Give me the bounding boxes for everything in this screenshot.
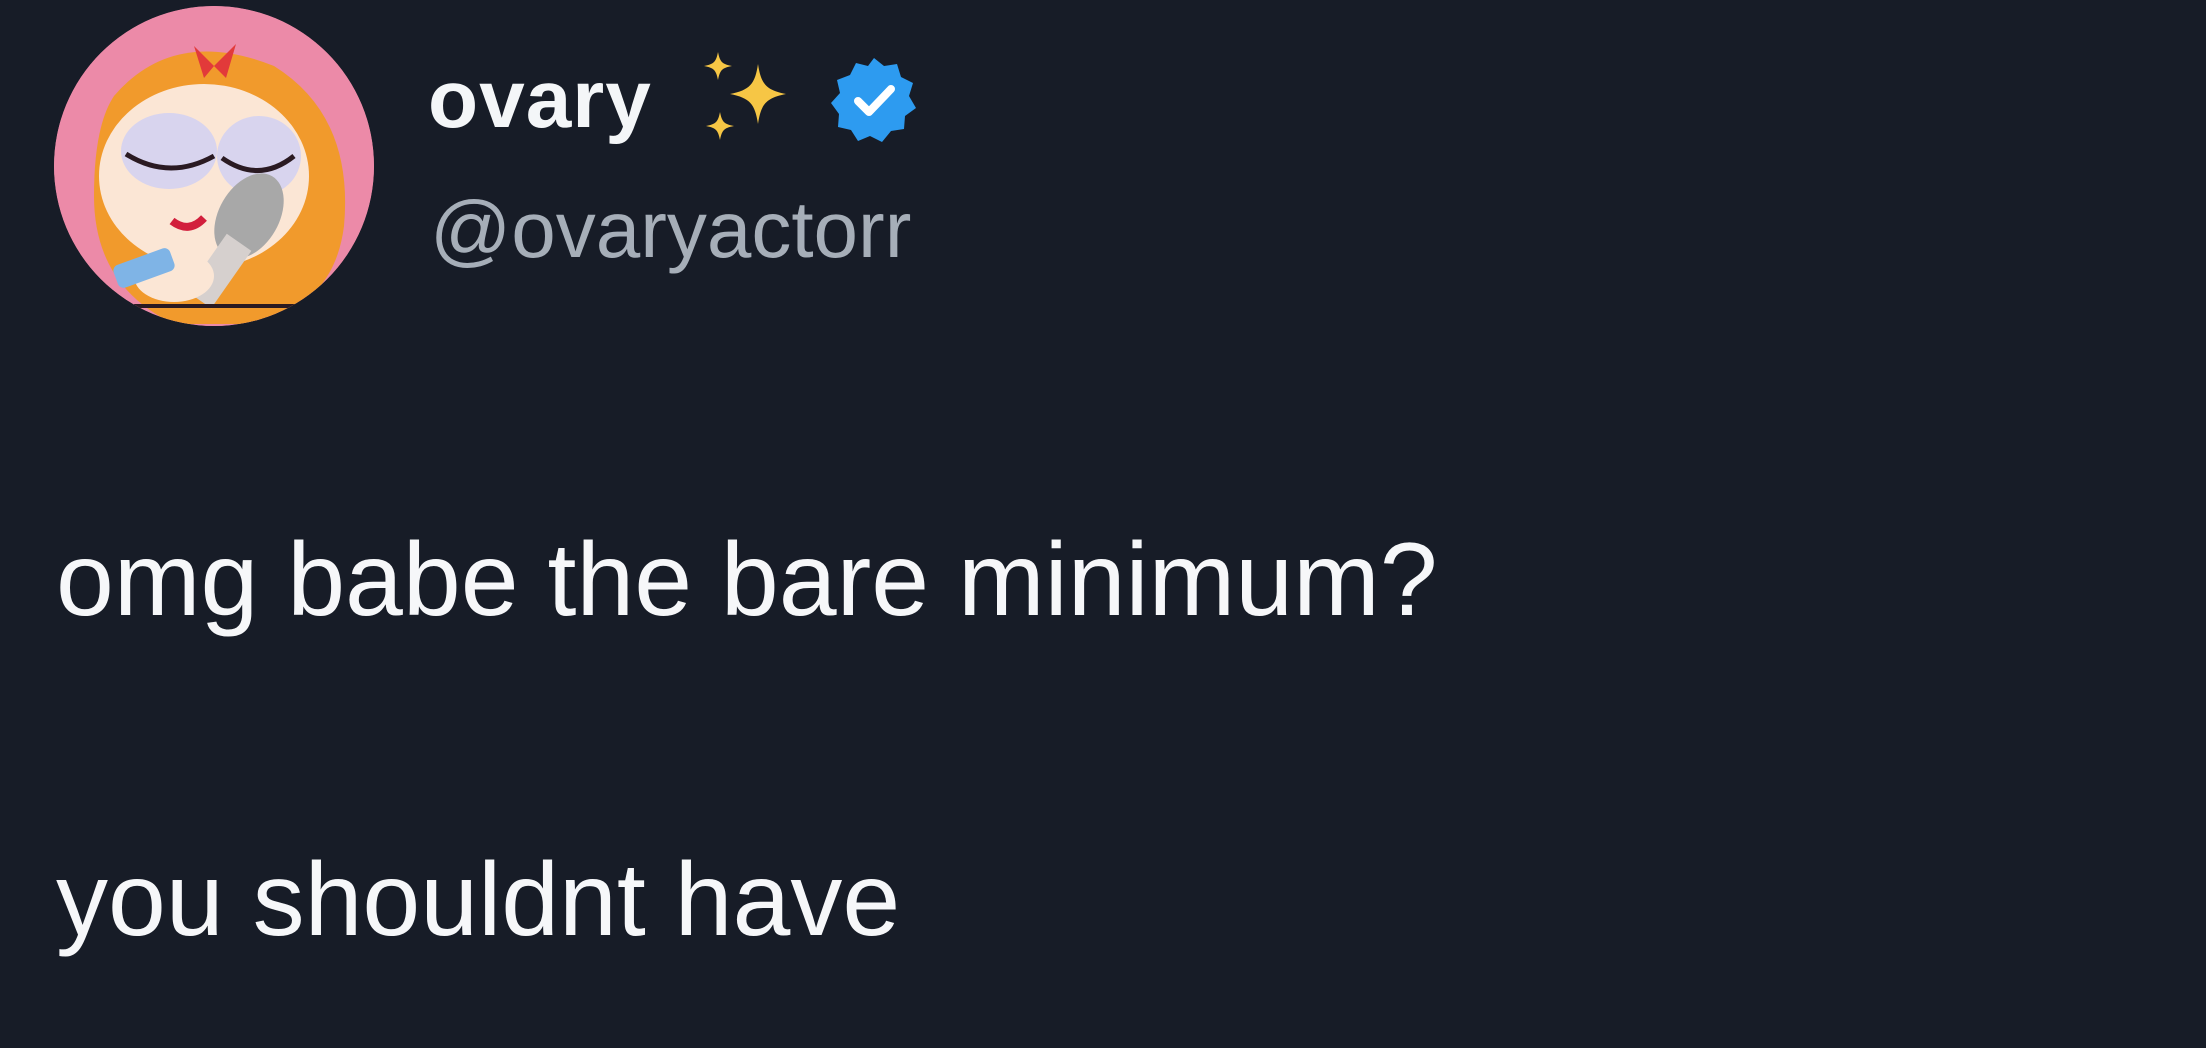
display-name[interactable]: ovary [428, 59, 652, 141]
tweet-text-line-2: you shouldnt have [56, 842, 901, 958]
user-handle[interactable]: @ovaryactorr [430, 190, 911, 270]
sparkles-icon [690, 44, 802, 156]
tweet-card: ovary @ovaryactorr omg babe the bare min… [0, 0, 2206, 1048]
tweet-text-line-1: omg babe the bare minimum? [56, 522, 1438, 638]
avatar-image [54, 6, 374, 326]
verified-badge-icon [828, 54, 920, 146]
author-row: ovary [428, 40, 920, 160]
avatar[interactable] [54, 6, 374, 326]
